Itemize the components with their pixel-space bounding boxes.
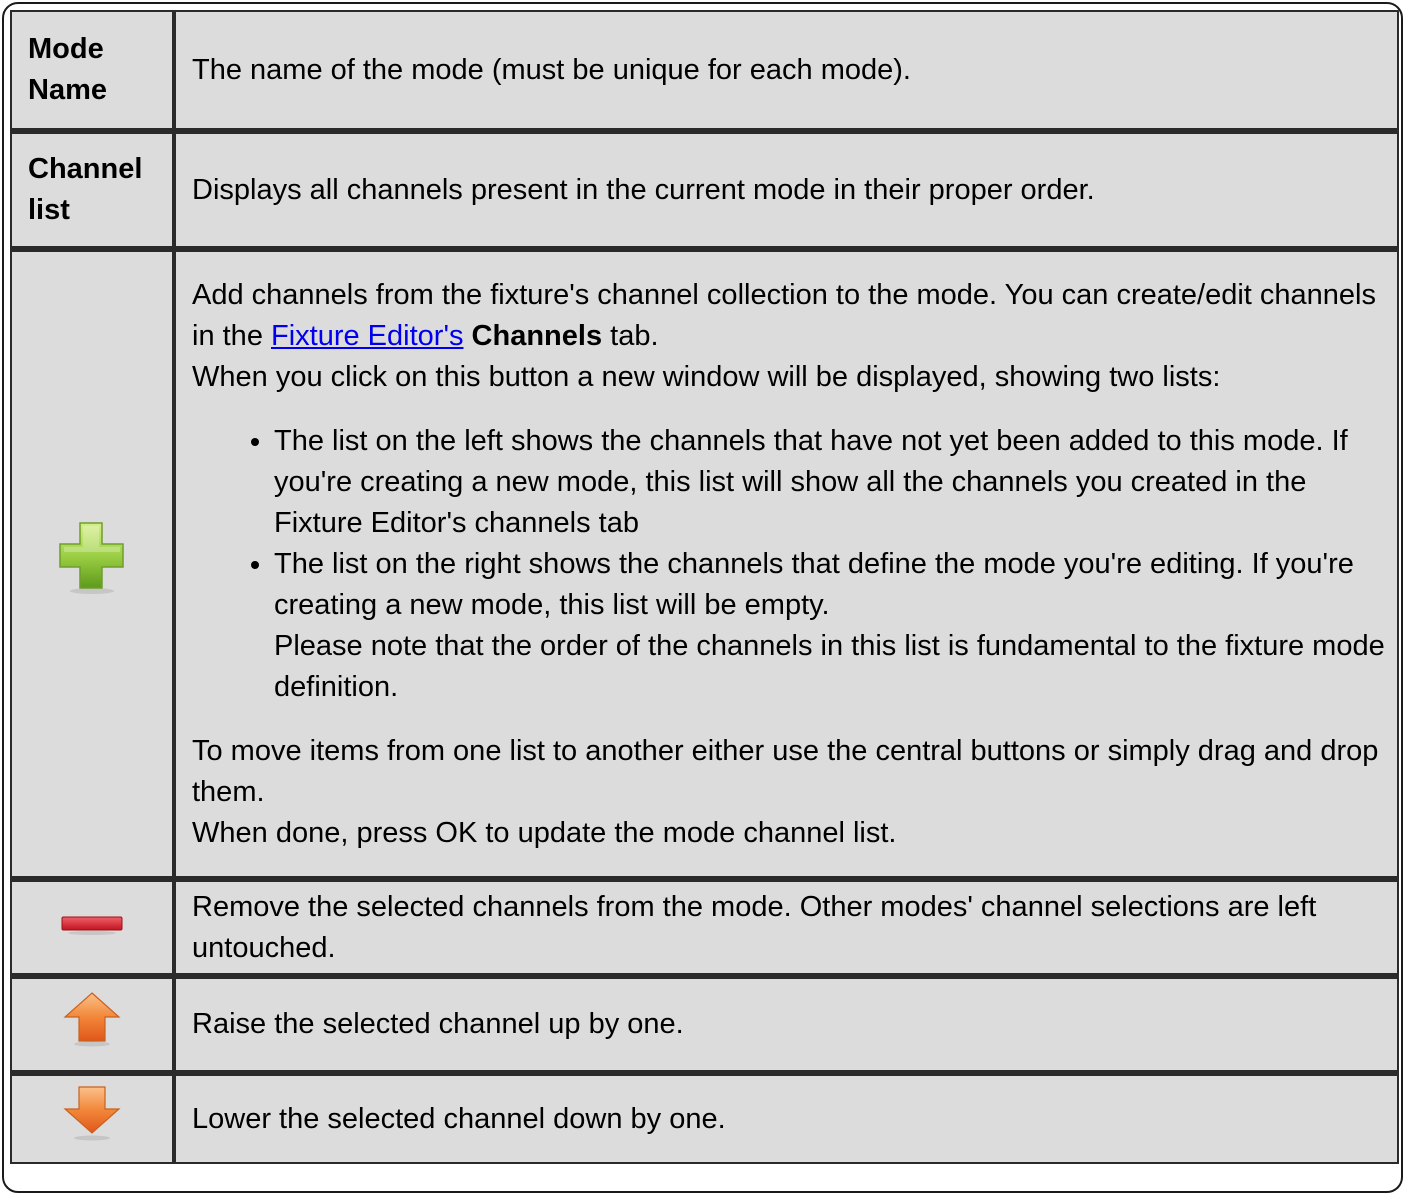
right-list-note: Please note that the order of the channe…	[274, 629, 1385, 703]
lower-channel-icon-cell	[10, 1072, 174, 1164]
row-description-raise-channel: Raise the selected channel up by one.	[174, 975, 1399, 1072]
right-list-text: The list on the right shows the channels…	[274, 547, 1354, 621]
row-description-add-channels: Add channels from the fixture's channel …	[174, 248, 1399, 878]
table-row: Channel list Displays all channels prese…	[10, 130, 1399, 248]
mode-editor-reference-table: Mode Name The name of the mode (must be …	[10, 10, 1399, 1164]
add-paragraph-intro: Add channels from the fixture's channel …	[192, 275, 1385, 357]
add-paragraph-done: When done, press OK to update the mode c…	[192, 816, 897, 849]
lower-arrow-down-icon[interactable]	[62, 1085, 122, 1141]
raise-channel-icon-cell	[10, 975, 174, 1072]
table-row: Lower the selected channel down by one.	[10, 1072, 1399, 1164]
row-description-lower-channel: Lower the selected channel down by one.	[174, 1072, 1399, 1164]
row-description-remove-channels: Remove the selected channels from the mo…	[174, 878, 1399, 975]
list-item: The list on the left shows the channels …	[274, 421, 1385, 544]
fixture-editor-link[interactable]: Fixture Editor's	[271, 320, 463, 352]
channels-tab-bold: Channels	[471, 319, 603, 352]
row-label-channel-list: Channel list	[10, 130, 174, 248]
row-description-mode-name: The name of the mode (must be unique for…	[174, 10, 1399, 130]
table-row: Add channels from the fixture's channel …	[10, 248, 1399, 878]
add-paragraph-move: To move items from one list to another e…	[192, 734, 1379, 808]
raise-arrow-up-icon[interactable]	[62, 991, 122, 1047]
add-paragraph-window: When you click on this button a new wind…	[192, 360, 1221, 393]
remove-minus-icon[interactable]	[60, 912, 124, 936]
table-row: Raise the selected channel up by one.	[10, 975, 1399, 1072]
row-description-channel-list: Displays all channels present in the cur…	[174, 130, 1399, 248]
add-intro-tail: tab.	[602, 319, 659, 352]
add-intro-space	[463, 320, 471, 352]
list-item: The list on the right shows the channels…	[274, 544, 1385, 708]
reference-table-frame: Mode Name The name of the mode (must be …	[2, 2, 1403, 1193]
table-row: Mode Name The name of the mode (must be …	[10, 10, 1399, 130]
row-label-mode-name: Mode Name	[10, 10, 174, 130]
lists-bullet-list: The list on the left shows the channels …	[192, 421, 1385, 708]
add-plus-icon[interactable]	[57, 521, 127, 595]
table-row: Remove the selected channels from the mo…	[10, 878, 1399, 975]
remove-channel-icon-cell	[10, 878, 174, 975]
add-channel-icon-cell	[10, 248, 174, 878]
